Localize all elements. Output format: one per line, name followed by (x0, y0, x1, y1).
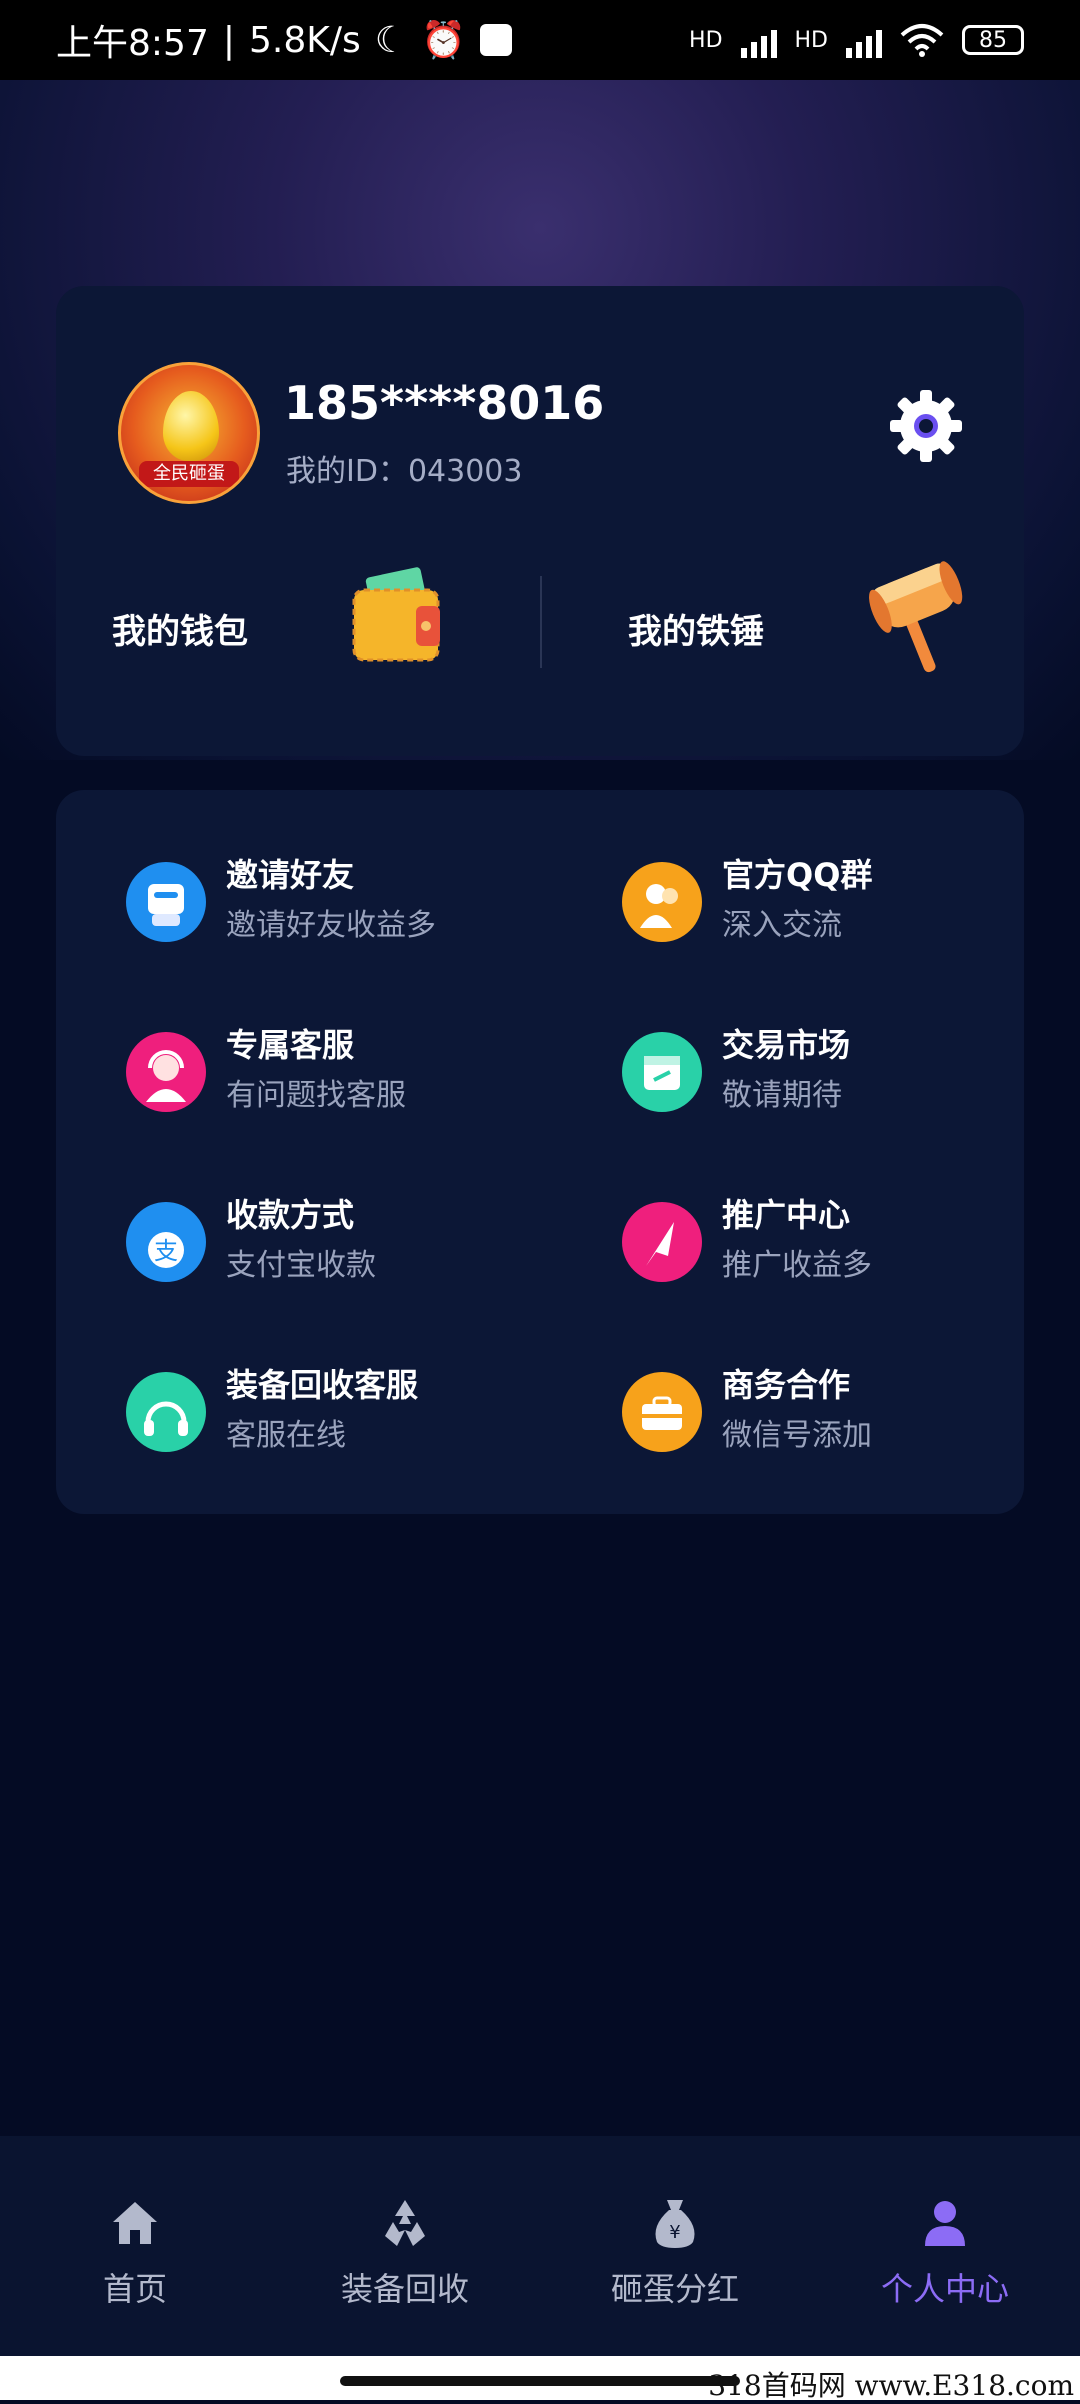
menu-item-recycle-service[interactable]: 装备回收客服 客服在线 (126, 1360, 566, 1470)
qq-group-icon (622, 862, 702, 942)
hammer-label[interactable]: 我的铁锤 (628, 604, 764, 653)
hd-label-2: HD (794, 27, 828, 53)
nav-item-profile[interactable]: 个人中心 (810, 2192, 1080, 2310)
recycle-icon (385, 2200, 425, 2246)
menu-title: 装备回收客服 (226, 1366, 419, 1404)
profile-card: 全民砸蛋 185****8016 我的ID：043003 我的钱包 我的铁锤 (56, 286, 1024, 756)
avatar-badge: 全民砸蛋 (139, 461, 239, 487)
nav-label: 首页 (102, 2270, 167, 2308)
status-separator: | (222, 19, 235, 61)
menu-title: 交易市场 (722, 1026, 851, 1064)
menu-item-customer-service[interactable]: 专属客服 有问题找客服 (126, 1020, 566, 1130)
menu-title: 邀请好友 (226, 856, 355, 894)
wallet-label[interactable]: 我的钱包 (112, 604, 248, 653)
user-phone: 185****8016 (284, 376, 605, 430)
status-right: HD HD 85 (689, 22, 1024, 58)
user-id: 我的ID：043003 (286, 454, 523, 489)
menu-subtitle: 微信号添加 (722, 1418, 872, 1453)
gear-icon[interactable] (886, 386, 966, 466)
signal-icon (740, 22, 777, 58)
menu-subtitle: 客服在线 (226, 1418, 346, 1453)
menu-subtitle: 支付宝收款 (226, 1248, 376, 1283)
menu-item-business[interactable]: 商务合作 微信号添加 (622, 1360, 1062, 1470)
svg-text:¥: ¥ (669, 2222, 680, 2243)
menu-item-market[interactable]: 交易市场 敬请期待 (622, 1020, 1062, 1130)
nav-item-home[interactable]: 首页 (0, 2192, 270, 2310)
invite-icon (126, 862, 206, 942)
menu-subtitle: 有问题找客服 (226, 1078, 406, 1113)
egg-icon (163, 391, 219, 461)
alarm-icon: ⏰ (421, 20, 466, 61)
battery-icon: 85 (962, 25, 1024, 55)
status-speed: 5.8K/s (248, 19, 361, 61)
menu-title: 商务合作 (722, 1366, 851, 1404)
status-left: 上午8:57 | 5.8K/s ☾ ⏰ (56, 14, 512, 66)
menu-item-qq-group[interactable]: 官方QQ群 深入交流 (622, 850, 1062, 960)
menu-item-payment[interactable]: 支 收款方式 支付宝收款 (126, 1190, 566, 1300)
wallet-icon[interactable] (346, 566, 446, 666)
menu-card: 邀请好友 邀请好友收益多 官方QQ群 深入交流 专属客服 有问题找客服 交易市场… (56, 790, 1024, 1514)
avatar[interactable]: 全民砸蛋 (118, 362, 260, 504)
baidu-icon (479, 24, 512, 56)
wifi-icon (900, 24, 944, 57)
hammer-icon[interactable] (866, 558, 966, 678)
headset-icon (126, 1372, 206, 1452)
menu-subtitle: 敬请期待 (722, 1078, 842, 1113)
money-bag-icon: ¥ (655, 2200, 695, 2248)
menu-item-promotion[interactable]: 推广中心 推广收益多 (622, 1190, 1062, 1300)
nav-item-dividend[interactable]: ¥ 砸蛋分红 (540, 2192, 810, 2310)
nav-item-recycle[interactable]: 装备回收 (270, 2192, 540, 2310)
menu-title: 专属客服 (226, 1026, 355, 1064)
card-divider (540, 576, 542, 668)
hd-label-1: HD (689, 27, 723, 53)
nav-label: 装备回收 (340, 2270, 469, 2308)
home-indicator[interactable] (340, 2376, 740, 2386)
alipay-icon: 支 (126, 1202, 206, 1282)
menu-subtitle: 深入交流 (722, 908, 842, 943)
business-icon (622, 1372, 702, 1452)
market-icon (622, 1032, 702, 1112)
menu-item-invite[interactable]: 邀请好友 邀请好友收益多 (126, 850, 566, 960)
promotion-icon (622, 1202, 702, 1282)
home-icon (113, 2202, 157, 2244)
moon-icon: ☾ (374, 19, 408, 61)
status-bar: 上午8:57 | 5.8K/s ☾ ⏰ HD HD 85 (0, 0, 1080, 80)
watermark: 318首码网 www.E318.com (708, 2369, 1074, 2402)
menu-title: 官方QQ群 (722, 856, 873, 894)
customer-service-icon (126, 1032, 206, 1112)
menu-title: 收款方式 (226, 1196, 355, 1234)
nav-label: 个人中心 (880, 2270, 1009, 2308)
menu-title: 推广中心 (722, 1196, 851, 1234)
svg-text:支: 支 (154, 1237, 178, 1265)
nav-label: 砸蛋分红 (610, 2270, 739, 2308)
person-icon (925, 2201, 965, 2246)
signal-icon-2 (846, 22, 882, 58)
status-time: 上午8:57 (56, 23, 209, 64)
menu-subtitle: 推广收益多 (722, 1248, 872, 1283)
bottom-nav: 首页 装备回收 ¥ 砸蛋分红 个人中心 (0, 2136, 1080, 2356)
menu-subtitle: 邀请好友收益多 (226, 908, 436, 943)
